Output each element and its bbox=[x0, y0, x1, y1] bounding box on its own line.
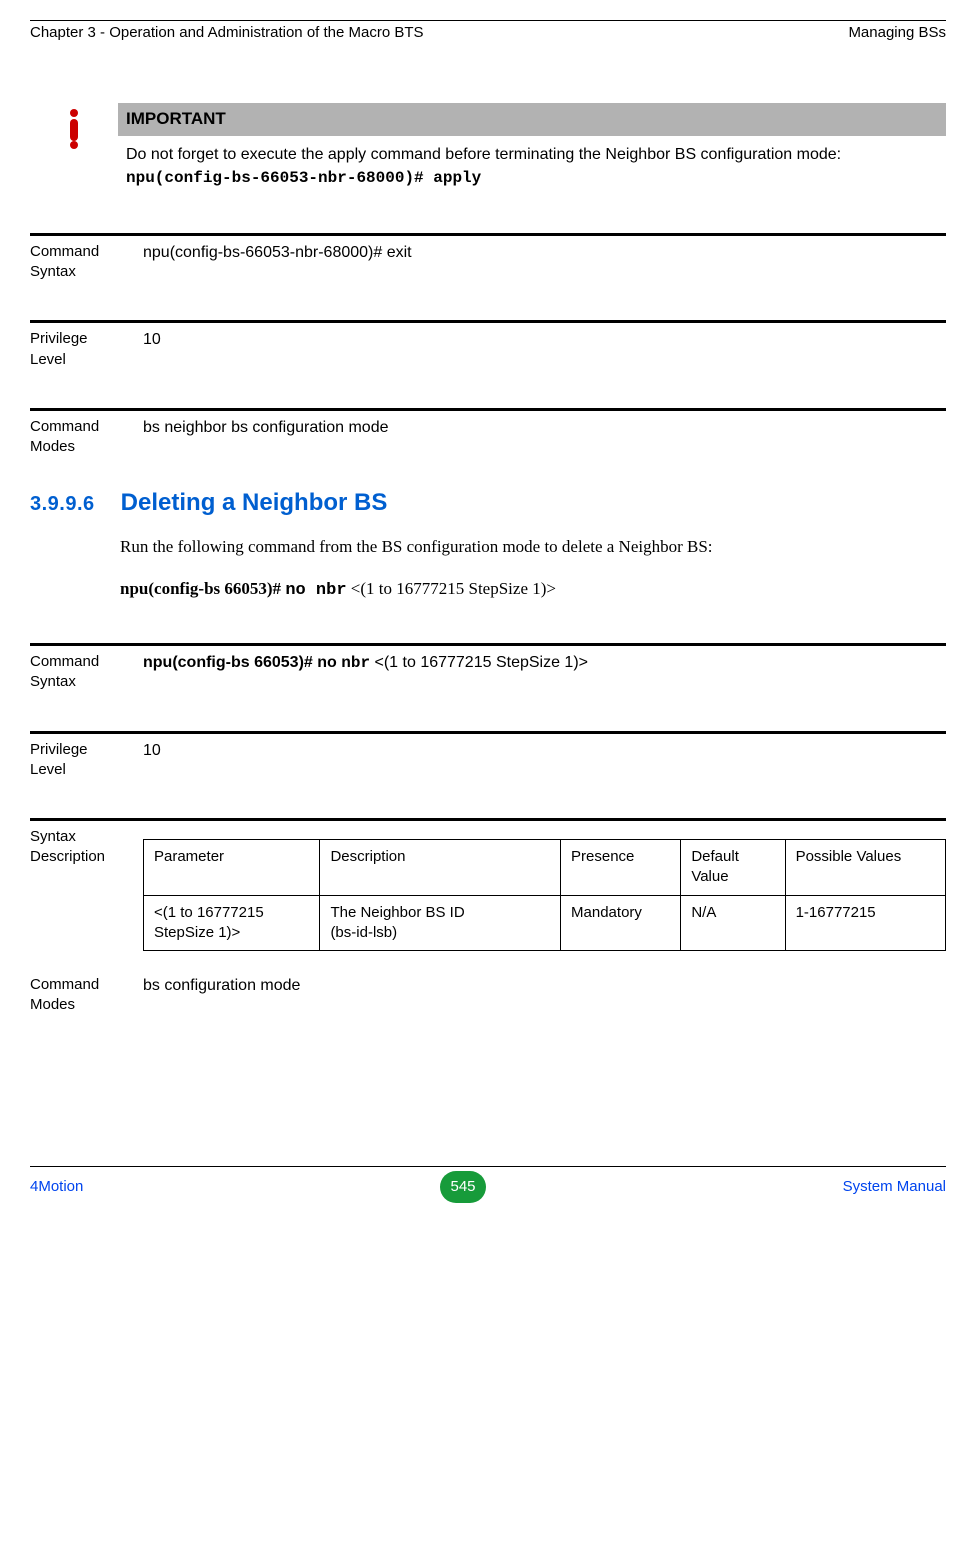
priv-level-value: 10 bbox=[143, 329, 946, 370]
section-title: Deleting a Neighbor BS bbox=[121, 487, 388, 519]
cmd2-prefix: npu(config-bs 66053)# no bbox=[143, 654, 341, 671]
important-body: Do not forget to execute the apply comma… bbox=[118, 136, 946, 193]
desc-line1: The Neighbor BS ID bbox=[330, 904, 464, 921]
table-header-row: Parameter Description Presence Default V… bbox=[144, 840, 946, 896]
page-header: Chapter 3 - Operation and Administration… bbox=[30, 23, 946, 43]
cmd-suffix: <(1 to 16777215 StepSize 1)> bbox=[347, 579, 556, 598]
section-heading: 3.9.9.6 Deleting a Neighbor BS bbox=[30, 487, 946, 519]
page-footer: 4Motion 545 System Manual bbox=[30, 1171, 946, 1203]
cmd-syntax-value-2: npu(config-bs 66053)# no nbr <(1 to 1677… bbox=[143, 652, 946, 693]
footer-left: 4Motion bbox=[30, 1177, 83, 1197]
th-parameter: Parameter bbox=[144, 840, 320, 896]
important-callout: IMPORTANT Do not forget to execute the a… bbox=[120, 103, 946, 193]
cmd-modes-value-2: bs configuration mode bbox=[143, 975, 946, 1016]
th-possible: Possible Values bbox=[785, 840, 945, 896]
important-label: IMPORTANT bbox=[118, 103, 946, 136]
td-parameter: <(1 to 16777215 StepSize 1)> bbox=[144, 895, 320, 951]
section-paragraph: Run the following command from the BS co… bbox=[120, 534, 900, 560]
important-code: npu(config-bs-66053-nbr-68000)# apply bbox=[126, 169, 481, 187]
th-description: Description bbox=[320, 840, 561, 896]
cmd2-suffix: <(1 to 16777215 StepSize 1)> bbox=[370, 654, 588, 671]
syntax-desc-label: Syntax Description bbox=[30, 827, 125, 951]
priv-level-value-2: 10 bbox=[143, 740, 946, 781]
cmd-modes-value: bs neighbor bs configuration mode bbox=[143, 417, 946, 458]
important-text: Do not forget to execute the apply comma… bbox=[126, 146, 841, 163]
syntax-table: Parameter Description Presence Default V… bbox=[143, 839, 946, 951]
page-number-pill: 545 bbox=[440, 1171, 486, 1203]
section-command: npu(config-bs 66053)# no nbr <(1 to 1677… bbox=[120, 578, 946, 603]
header-right: Managing BSs bbox=[848, 23, 946, 43]
cmd-syntax-label: Command Syntax bbox=[30, 242, 125, 283]
desc-line2: (bs-id-lsb) bbox=[330, 924, 397, 941]
td-default: N/A bbox=[681, 895, 785, 951]
header-left: Chapter 3 - Operation and Administration… bbox=[30, 23, 424, 43]
cmd2-mono: nbr bbox=[341, 654, 370, 672]
footer-right: System Manual bbox=[843, 1177, 946, 1197]
cmd-bold: no nbr bbox=[285, 581, 346, 600]
important-icon bbox=[62, 103, 102, 193]
cmd-syntax-value: npu(config-bs-66053-nbr-68000)# exit bbox=[143, 242, 946, 283]
th-presence: Presence bbox=[561, 840, 681, 896]
cmd-modes-label: Command Modes bbox=[30, 417, 125, 458]
cmd-prefix: npu(config-bs 66053)# bbox=[120, 579, 285, 598]
section-number: 3.9.9.6 bbox=[30, 491, 95, 518]
priv-level-label: Privilege Level bbox=[30, 329, 125, 370]
priv-level-label-2: Privilege Level bbox=[30, 740, 125, 781]
td-description: The Neighbor BS ID (bs-id-lsb) bbox=[320, 895, 561, 951]
td-possible: 1-16777215 bbox=[785, 895, 945, 951]
cmd-syntax-label-2: Command Syntax bbox=[30, 652, 125, 693]
th-default: Default Value bbox=[681, 840, 785, 896]
td-presence: Mandatory bbox=[561, 895, 681, 951]
table-row: <(1 to 16777215 StepSize 1)> The Neighbo… bbox=[144, 895, 946, 951]
cmd-modes-label-2: Command Modes bbox=[30, 975, 125, 1016]
